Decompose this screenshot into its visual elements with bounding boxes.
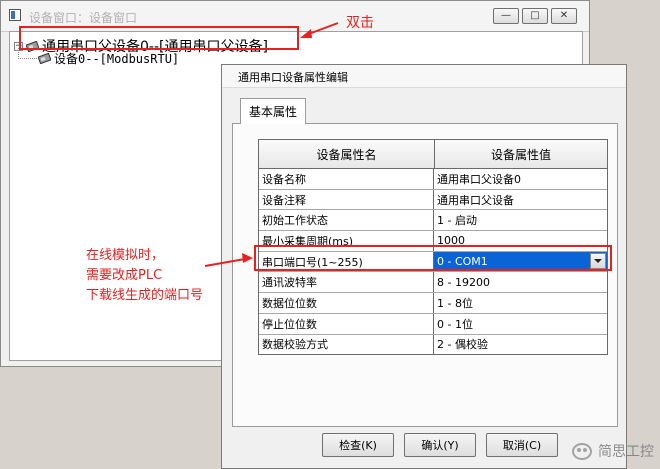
watermark: 简思工控 [572, 441, 654, 461]
annotation-note-line-3: 下载线生成的端口号 [86, 288, 204, 303]
annotation-note-line-1: 在线模拟时， [86, 248, 165, 263]
watermark-text: 简思工控 [598, 444, 654, 460]
wechat-icon [572, 442, 592, 460]
annotation-arrows [204, 22, 339, 267]
annotation-note-line-2: 需要改成PLC [86, 268, 163, 283]
tab-basic-properties[interactable]: 基本属性 [240, 98, 306, 124]
annotation-double-click: 双击 [346, 15, 374, 31]
